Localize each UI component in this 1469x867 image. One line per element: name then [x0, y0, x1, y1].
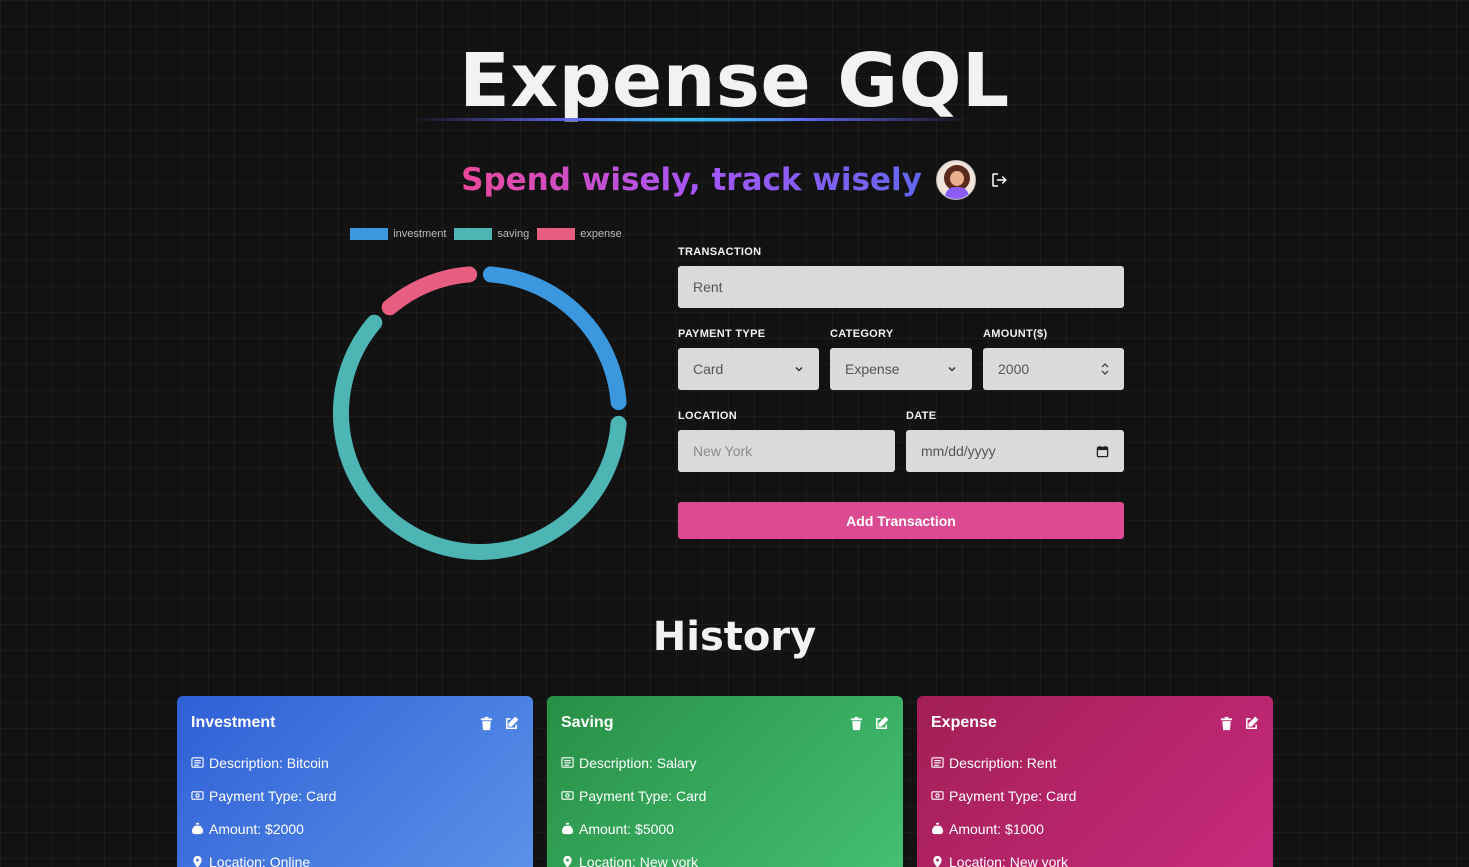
date-placeholder: mm/dd/yyyy	[921, 443, 996, 459]
card-description: Description: Bitcoin	[209, 754, 329, 771]
transaction-form: TRANSACTION Rent PAYMENT TYPE Card CATEG…	[678, 246, 1124, 539]
card-amount: Amount: $2000	[209, 820, 304, 837]
add-transaction-button[interactable]: Add Transaction	[678, 502, 1124, 539]
legend-label-expense: expense	[580, 228, 622, 240]
card-location: Location: New york	[949, 853, 1069, 867]
doughnut-chart: investment saving expense	[320, 228, 640, 568]
date-input[interactable]: mm/dd/yyyy	[906, 430, 1124, 472]
location-pin-icon	[193, 855, 202, 867]
legend-label-investment: investment	[393, 228, 447, 240]
amount-value: 2000	[998, 361, 1030, 377]
location-label: LOCATION	[678, 410, 738, 422]
history-card-saving: Saving Description: Salary Payment Type:…	[547, 696, 903, 867]
legend-swatch-expense	[537, 228, 576, 240]
money-bag-icon	[931, 822, 944, 835]
location-pin-icon	[933, 855, 942, 867]
donut-slice-saving[interactable]	[333, 314, 627, 560]
card-payment-type: Payment Type: Card	[949, 787, 1077, 804]
chart-legend: investment saving expense	[332, 228, 640, 240]
transaction-input-value: Rent	[693, 279, 723, 295]
description-icon	[561, 757, 574, 768]
card-payment-type: Payment Type: Card	[579, 787, 707, 804]
location-placeholder: New York	[693, 443, 753, 459]
description-icon	[191, 757, 204, 768]
card-title: Expense	[931, 714, 997, 731]
history-title: History	[652, 614, 817, 660]
amount-input[interactable]: 2000	[983, 348, 1124, 390]
card-location: Location: New york	[579, 853, 699, 867]
money-bag-icon	[561, 822, 574, 835]
calendar-icon[interactable]	[1096, 445, 1109, 458]
transaction-input[interactable]: Rent	[678, 266, 1124, 308]
number-stepper-icon[interactable]	[1101, 362, 1109, 376]
legend-item-saving[interactable]: saving	[454, 228, 529, 240]
location-input[interactable]: New York	[678, 430, 895, 472]
logout-icon[interactable]	[990, 171, 1008, 189]
legend-swatch-saving	[454, 228, 493, 240]
legend-item-investment[interactable]: investment	[350, 228, 446, 240]
trash-icon[interactable]	[1219, 716, 1234, 731]
legend-label-saving: saving	[497, 228, 530, 240]
payment-type-value: Card	[693, 361, 724, 377]
card-amount: Amount: $1000	[949, 820, 1044, 837]
title-underline-highlight	[560, 117, 820, 123]
description-icon	[931, 757, 944, 768]
tagline: Spend wisely, track wisely	[461, 162, 922, 198]
edit-icon[interactable]	[1244, 716, 1259, 731]
chevron-down-icon	[948, 366, 956, 372]
trash-icon[interactable]	[849, 716, 864, 731]
transaction-label: TRANSACTION	[678, 246, 762, 258]
avatar[interactable]	[935, 160, 976, 200]
edit-icon[interactable]	[874, 716, 889, 731]
card-description: Description: Salary	[579, 754, 697, 771]
donut-slice-investment[interactable]	[482, 266, 627, 411]
app-title: Expense GQL	[459, 38, 1010, 124]
chevron-down-icon	[795, 366, 803, 372]
money-icon	[191, 791, 204, 800]
edit-icon[interactable]	[504, 716, 519, 731]
money-bag-icon	[191, 822, 204, 835]
date-label: DATE	[906, 410, 937, 422]
card-title: Saving	[561, 714, 614, 731]
tagline-row: Spend wisely, track wisely	[0, 158, 1469, 202]
card-location: Location: Online	[209, 853, 311, 867]
legend-item-expense[interactable]: expense	[537, 228, 622, 240]
card-title: Investment	[191, 714, 276, 731]
card-payment-type: Payment Type: Card	[209, 787, 337, 804]
amount-label: AMOUNT($)	[983, 328, 1048, 340]
payment-type-select[interactable]: Card	[678, 348, 819, 390]
card-amount: Amount: $5000	[579, 820, 674, 837]
history-card-investment: Investment Description: Bitcoin Payment …	[177, 696, 533, 867]
category-label: CATEGORY	[830, 328, 894, 340]
legend-swatch-investment	[350, 228, 389, 240]
doughnut-svg	[333, 266, 627, 560]
card-description: Description: Rent	[949, 754, 1057, 771]
category-value: Expense	[845, 361, 900, 377]
category-select[interactable]: Expense	[830, 348, 972, 390]
location-pin-icon	[563, 855, 572, 867]
payment-type-label: PAYMENT TYPE	[678, 328, 766, 340]
history-card-expense: Expense Description: Rent Payment Type: …	[917, 696, 1273, 867]
trash-icon[interactable]	[479, 716, 494, 731]
money-icon	[931, 791, 944, 800]
money-icon	[561, 791, 574, 800]
donut-slice-expense[interactable]	[381, 266, 478, 316]
